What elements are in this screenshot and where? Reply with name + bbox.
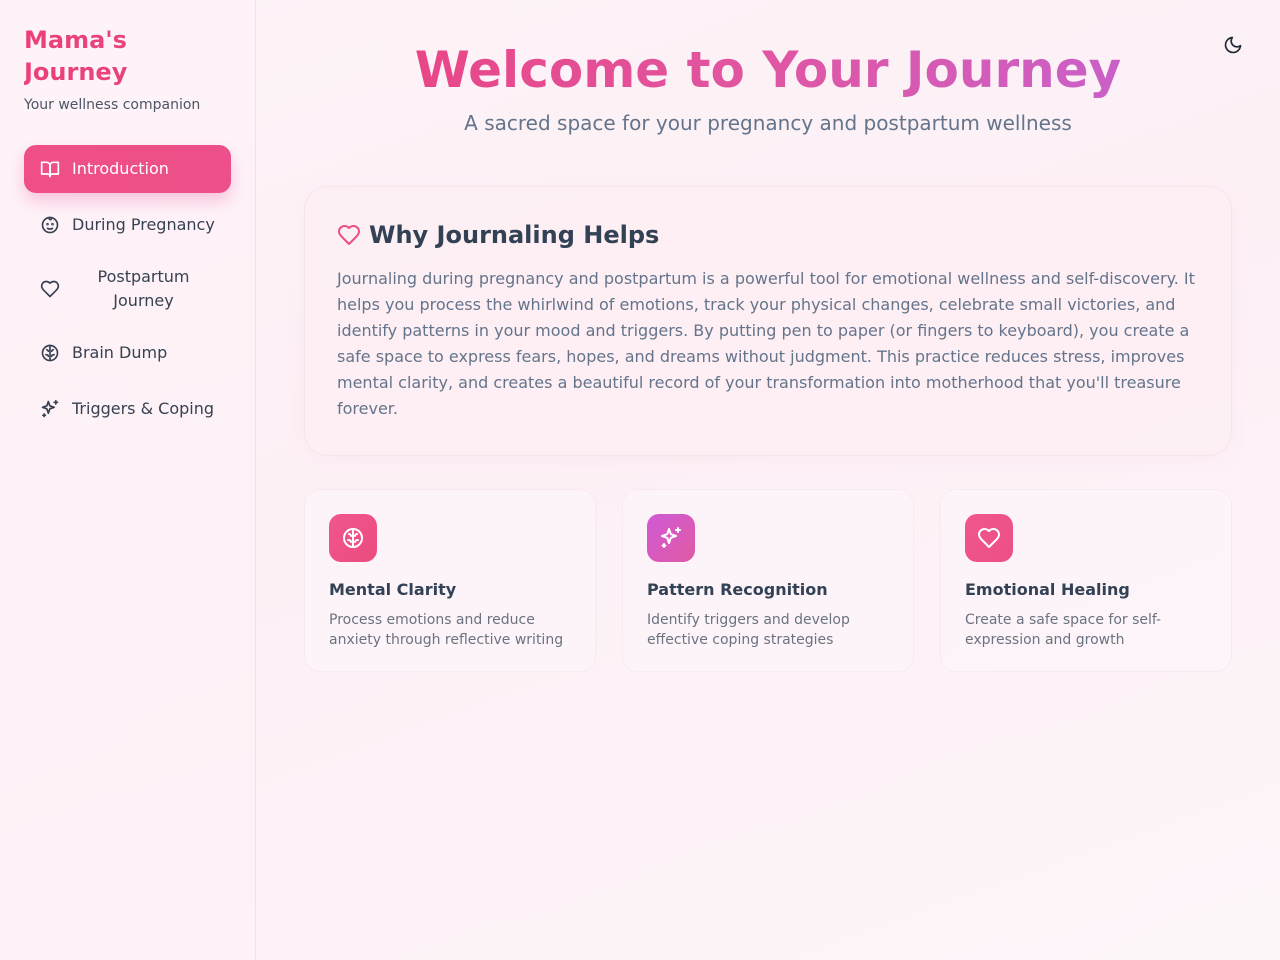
feature-card-mental-clarity: Mental Clarity Process emotions and redu… [304, 489, 596, 672]
why-journaling-card: Why Journaling Helps Journaling during p… [304, 186, 1232, 456]
feature-description: Process emotions and reduce anxiety thro… [329, 612, 564, 648]
sparkles-icon [40, 399, 60, 419]
sidebar-item-label: During Pregnancy [72, 215, 215, 234]
feature-title: Mental Clarity [329, 580, 457, 599]
brand-title: Mama's Journey [24, 24, 231, 88]
why-journaling-header: Why Journaling Helps [337, 219, 1199, 251]
why-journaling-title: Why Journaling Helps [369, 221, 660, 249]
brand-tagline: Your wellness companion [24, 97, 201, 113]
sidebar-item-during-pregnancy[interactable]: During Pregnancy [24, 201, 231, 249]
heart-icon [965, 514, 1013, 562]
feature-title: Pattern Recognition [647, 580, 828, 599]
sidebar-item-brain-dump[interactable]: Brain Dump [24, 329, 231, 377]
sidebar-item-introduction[interactable]: Introduction [24, 145, 231, 193]
feature-title: Emotional Healing [965, 580, 1130, 599]
sidebar-nav: Introduction During Pregnancy Postpartum… [24, 145, 231, 433]
brain-icon [329, 514, 377, 562]
feature-description: Create a safe space for self-expression … [965, 612, 1162, 648]
sidebar: Mama's Journey Your wellness companion I… [0, 0, 256, 960]
sidebar-item-postpartum-journey[interactable]: Postpartum Journey [24, 257, 231, 321]
sidebar-item-label: Introduction [72, 159, 169, 178]
heart-icon [40, 279, 60, 299]
main-content: Welcome to Your Journey A sacred space f… [256, 0, 1280, 960]
book-open-icon [40, 159, 60, 179]
baby-face-icon [40, 215, 60, 235]
why-journaling-body: Journaling during pregnancy and postpart… [337, 269, 1195, 418]
brand-line-1: Mama's [24, 26, 127, 54]
brain-icon [40, 343, 60, 363]
brand-line-2: Journey [24, 58, 128, 86]
sidebar-item-label: Brain Dump [72, 343, 168, 362]
feature-card-pattern-recognition: Pattern Recognition Identify triggers an… [622, 489, 914, 672]
sidebar-item-label: Postpartum Journey [97, 267, 190, 310]
feature-cards: Mental Clarity Process emotions and redu… [304, 489, 1232, 672]
page-title: Welcome to Your Journey [256, 40, 1280, 100]
sidebar-item-triggers-coping[interactable]: Triggers & Coping [24, 385, 231, 433]
feature-description: Identify triggers and develop effective … [647, 612, 850, 648]
feature-card-emotional-healing: Emotional Healing Create a safe space fo… [940, 489, 1232, 672]
sparkles-icon [647, 514, 695, 562]
sidebar-item-label: Triggers & Coping [72, 399, 215, 418]
page-subtitle: A sacred space for your pregnancy and po… [464, 111, 1072, 135]
heart-icon [337, 223, 361, 247]
